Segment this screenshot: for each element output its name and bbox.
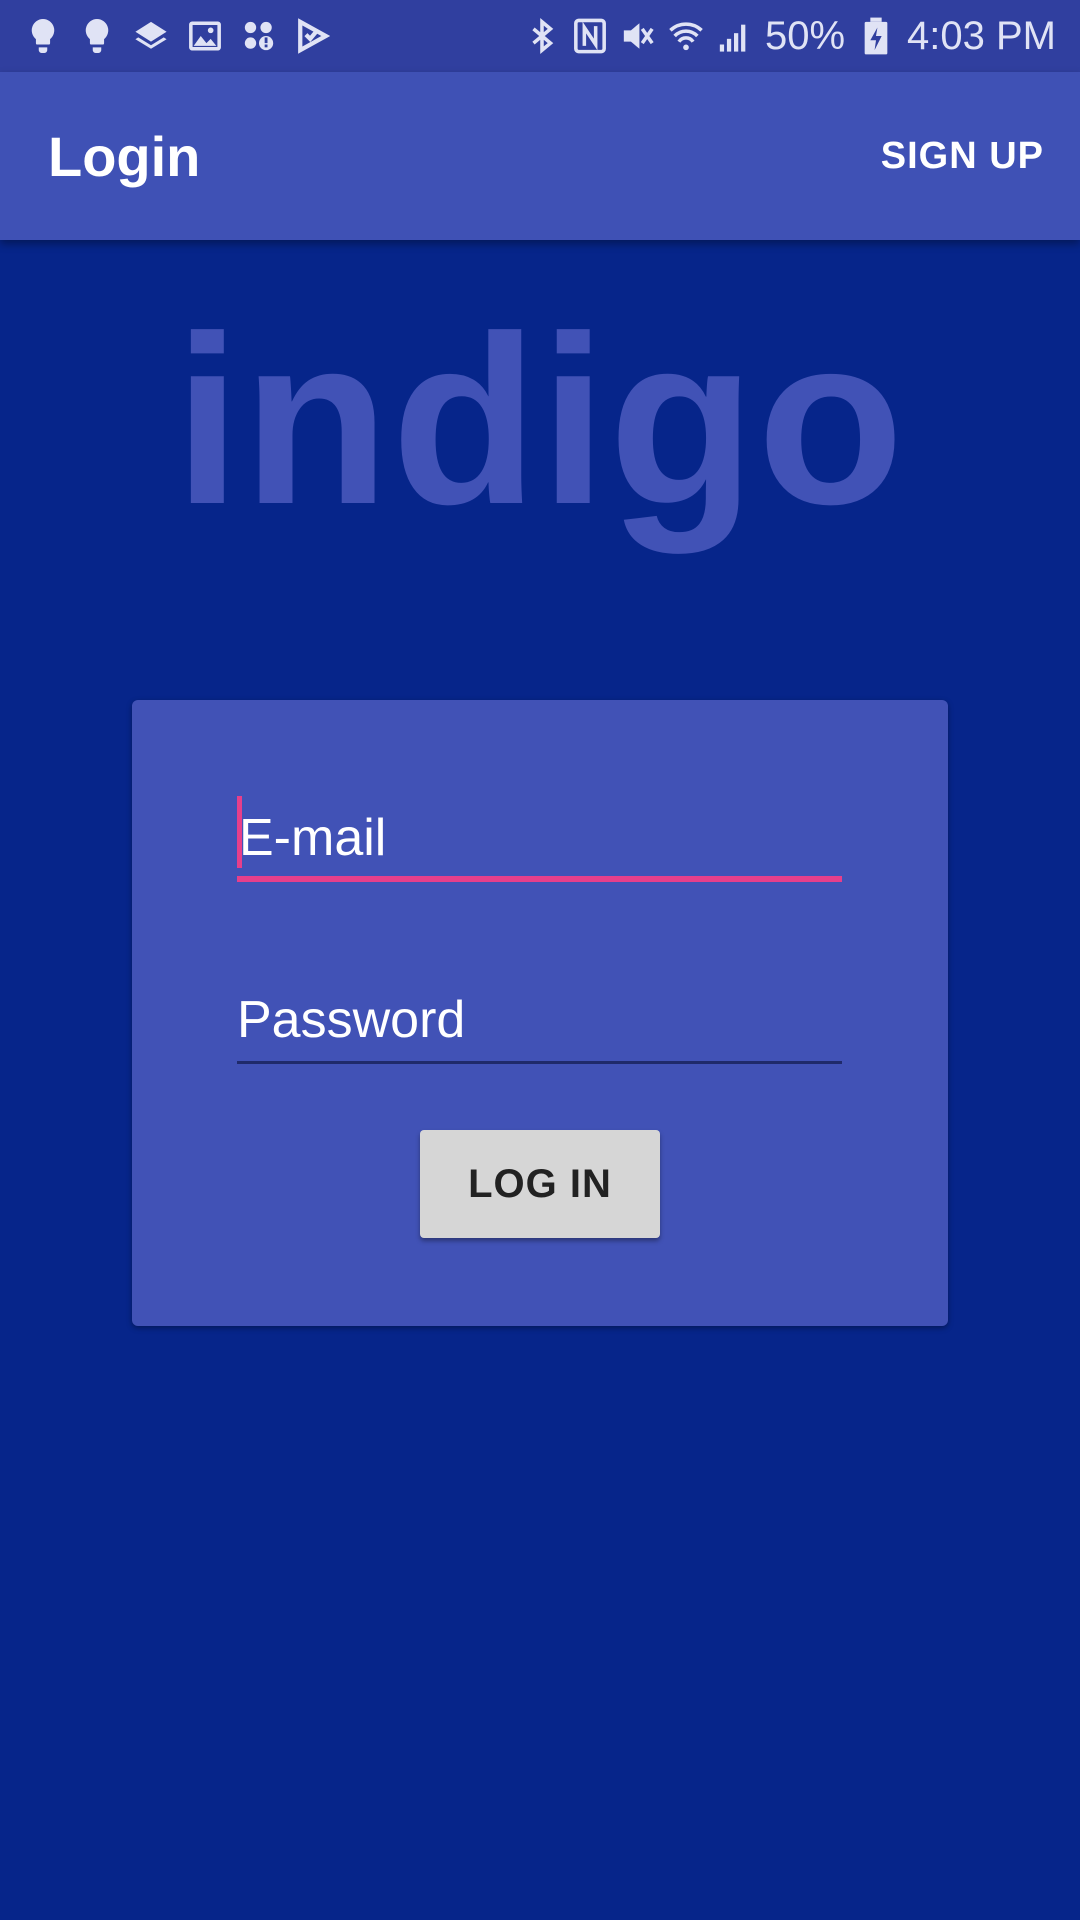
password-underline	[237, 1061, 842, 1064]
email-field[interactable]: E-mail	[237, 796, 842, 882]
indigo-logo: indigo	[174, 286, 906, 554]
mute-icon	[621, 16, 655, 56]
login-card: E-mail Password LOG IN	[132, 700, 948, 1326]
apps-alert-icon	[242, 16, 276, 56]
bulb-icon	[80, 16, 114, 56]
signal-icon	[717, 16, 751, 56]
email-underline	[237, 876, 842, 882]
page-title: Login	[48, 124, 201, 188]
password-field[interactable]: Password	[237, 984, 842, 1064]
status-bar-system: 50% 4:03 PM	[525, 14, 1056, 59]
battery-charging-icon	[859, 16, 893, 56]
battery-percent: 50%	[764, 13, 846, 58]
email-placeholder: E-mail	[239, 809, 387, 867]
image-icon	[188, 16, 222, 56]
clock: 4:03 PM	[907, 13, 1056, 58]
password-placeholder: Password	[237, 991, 466, 1049]
log-in-button[interactable]: LOG IN	[420, 1130, 660, 1238]
sign-up-button[interactable]: SIGN UP	[881, 123, 1044, 190]
bulb-icon	[26, 16, 60, 56]
app-bar: Login SIGN UP	[0, 72, 1080, 240]
status-bar-notifications	[26, 16, 330, 56]
bluetooth-icon	[525, 16, 559, 56]
layers-icon	[134, 16, 168, 56]
nfc-icon	[573, 16, 607, 56]
wifi-icon	[669, 16, 703, 56]
check-flag-icon	[296, 16, 330, 56]
status-bar: 50% 4:03 PM	[0, 0, 1080, 72]
